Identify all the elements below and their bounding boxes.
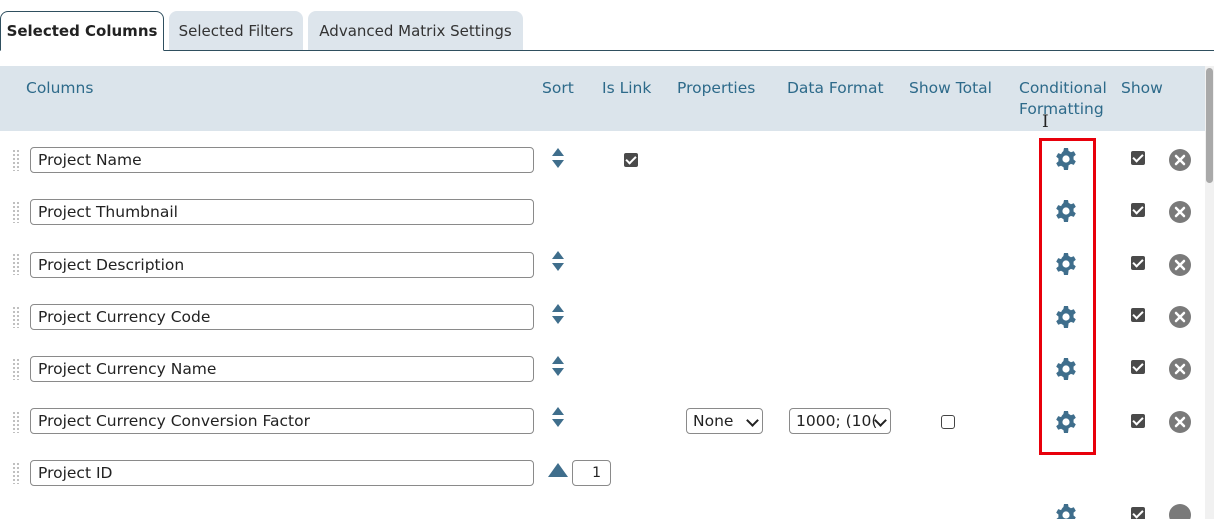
header-columns: Columns: [26, 79, 94, 97]
header-sort: Sort: [542, 79, 574, 97]
data-format-select[interactable]: 1000; (10(: [789, 408, 891, 434]
scrollbar-thumb[interactable]: [1206, 68, 1213, 183]
header-conditional-formatting-line2: Formatting: [1019, 100, 1104, 118]
drag-handle-icon[interactable]: [12, 306, 20, 328]
tab-advanced-matrix-settings[interactable]: Advanced Matrix Settings: [308, 11, 523, 51]
table-row: Project Currency Name: [0, 342, 1205, 394]
sort-arrows-icon[interactable]: [551, 303, 565, 325]
show-checkbox[interactable]: [1131, 203, 1145, 217]
tab-divider: [0, 50, 1214, 51]
properties-select[interactable]: None: [686, 408, 763, 434]
conditional-formatting-highlight: [1039, 138, 1096, 455]
close-circle-icon[interactable]: [1169, 201, 1191, 223]
close-circle-icon[interactable]: [1169, 411, 1191, 433]
drag-handle-icon[interactable]: [12, 149, 20, 171]
table-row: Project ID 1: [0, 446, 1205, 498]
gear-icon[interactable]: [1054, 503, 1078, 519]
header-is-link: Is Link: [602, 79, 652, 97]
sort-arrows-icon[interactable]: [551, 147, 565, 169]
show-checkbox[interactable]: [1131, 360, 1145, 374]
vertical-scrollbar[interactable]: [1205, 66, 1214, 519]
close-circle-icon[interactable]: [1169, 358, 1191, 380]
header-data-format: Data Format: [787, 79, 884, 97]
column-name-field[interactable]: Project Thumbnail: [30, 199, 534, 225]
data-format-select-value: 1000; (10(: [796, 412, 878, 430]
drag-handle-icon[interactable]: [12, 358, 20, 380]
show-checkbox[interactable]: [1131, 151, 1145, 165]
header-properties: Properties: [677, 79, 756, 97]
show-total-checkbox[interactable]: [941, 415, 955, 429]
drag-handle-icon[interactable]: [12, 253, 20, 275]
column-name-field[interactable]: Project Currency Name: [30, 356, 534, 382]
tab-selected-filters[interactable]: Selected Filters: [169, 11, 303, 51]
table-row: [0, 498, 1205, 519]
close-circle-icon[interactable]: [1169, 149, 1191, 171]
drag-handle-icon[interactable]: [12, 462, 20, 484]
table-row: Project Currency Conversion Factor None …: [0, 394, 1205, 446]
columns-table-header: Columns Sort Is Link Properties Data For…: [0, 66, 1205, 131]
sort-arrows-icon[interactable]: [551, 355, 565, 377]
is-link-checkbox[interactable]: [624, 153, 638, 167]
column-name-field[interactable]: Project Description: [30, 252, 534, 278]
tab-bar: Selected Columns Selected Filters Advanc…: [0, 0, 1214, 51]
show-checkbox[interactable]: [1131, 507, 1145, 519]
table-row: Project Currency Code: [0, 290, 1205, 342]
drag-handle-icon[interactable]: [12, 411, 20, 433]
sort-ascending-icon[interactable]: [548, 463, 568, 477]
table-row: Project Thumbnail: [0, 186, 1205, 238]
header-conditional-formatting-line1: Conditional: [1019, 79, 1107, 97]
show-checkbox[interactable]: [1131, 308, 1145, 322]
close-circle-icon[interactable]: [1169, 504, 1191, 519]
column-name-field[interactable]: Project Currency Conversion Factor: [30, 408, 534, 434]
close-circle-icon[interactable]: [1169, 254, 1191, 276]
properties-select-value: None: [693, 412, 734, 430]
show-checkbox[interactable]: [1131, 414, 1145, 428]
header-show: Show: [1121, 79, 1163, 97]
table-row: Project Description: [0, 238, 1205, 290]
sort-arrows-icon[interactable]: [551, 406, 565, 428]
sort-order-field[interactable]: 1: [572, 460, 611, 486]
header-conditional-formatting: Conditional Formatting: [1019, 78, 1107, 120]
column-name-field[interactable]: Project Name: [30, 147, 534, 173]
text-cursor-icon: I: [1042, 112, 1049, 132]
show-checkbox[interactable]: [1131, 256, 1145, 270]
chevron-down-icon: [746, 414, 759, 427]
header-show-total: Show Total: [909, 79, 992, 97]
column-name-field[interactable]: Project Currency Code: [30, 304, 534, 330]
drag-handle-icon[interactable]: [12, 201, 20, 223]
tab-selected-columns[interactable]: Selected Columns: [0, 11, 164, 51]
table-row: Project Name: [0, 134, 1205, 186]
column-name-field[interactable]: Project ID: [30, 460, 534, 486]
close-circle-icon[interactable]: [1169, 306, 1191, 328]
sort-arrows-icon[interactable]: [551, 250, 565, 272]
